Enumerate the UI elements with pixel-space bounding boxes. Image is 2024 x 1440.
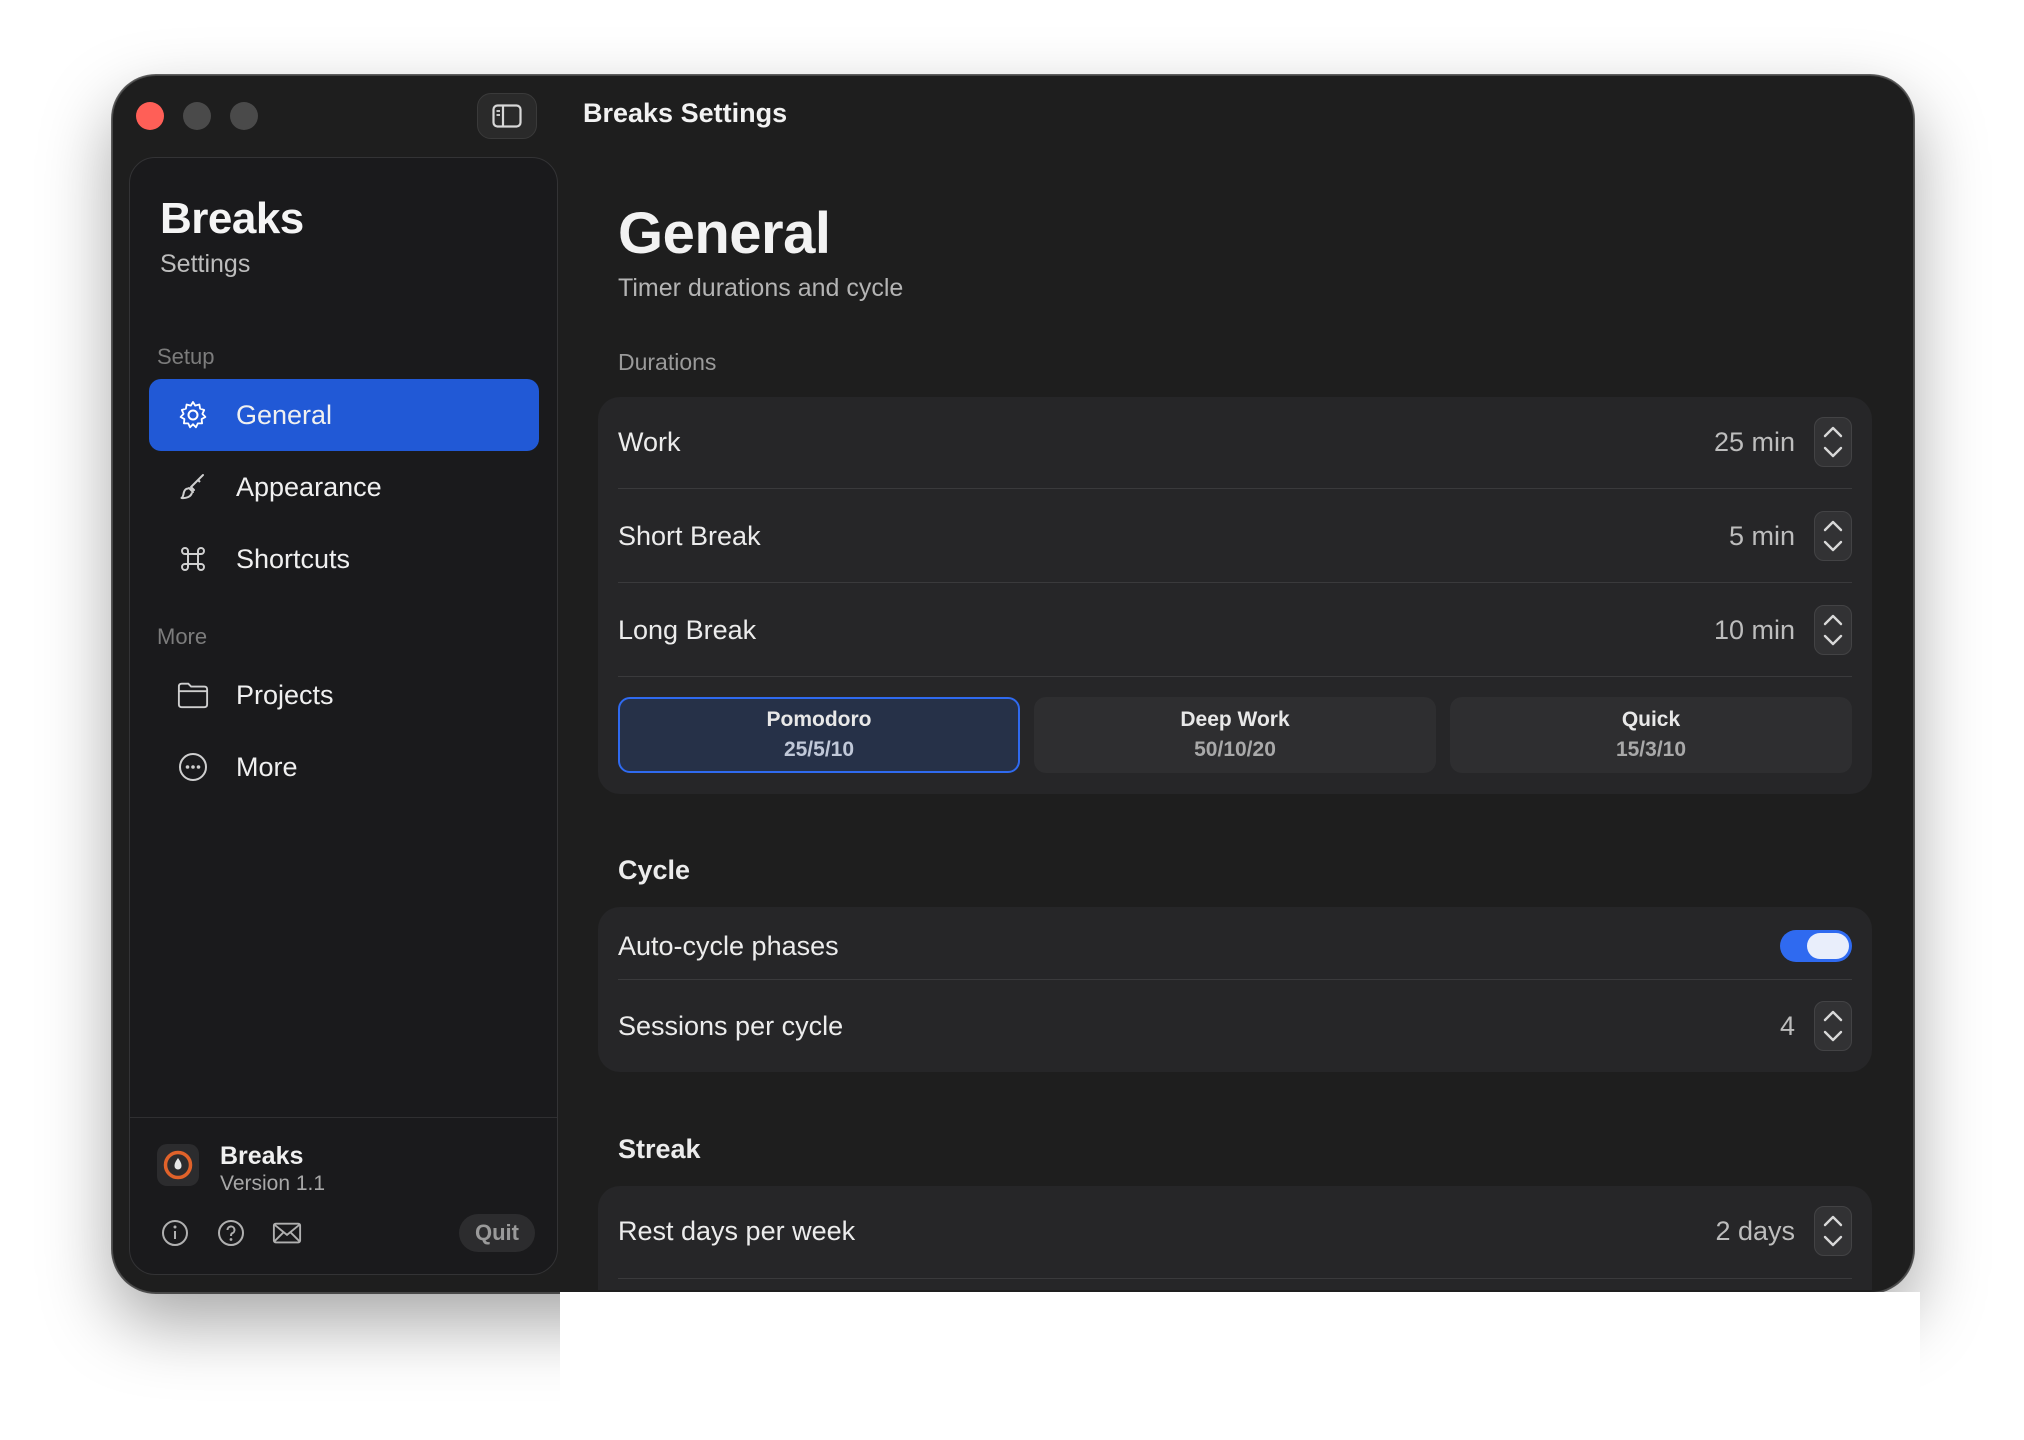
sidebar-icon bbox=[492, 104, 522, 128]
sessions-label: Sessions per cycle bbox=[618, 1010, 844, 1041]
preset-deep-work-button[interactable]: Deep Work 50/10/20 bbox=[1034, 697, 1436, 773]
sidebar-app-title: Breaks bbox=[160, 194, 304, 243]
work-label: Work bbox=[618, 426, 681, 457]
divider bbox=[618, 488, 1852, 489]
footer-actions bbox=[160, 1218, 302, 1248]
divider bbox=[618, 1278, 1852, 1279]
quit-button[interactable]: Quit bbox=[459, 1214, 535, 1252]
streak-heading: Streak bbox=[618, 1134, 701, 1164]
sidebar-item-general[interactable]: General bbox=[149, 379, 539, 451]
page-title: General bbox=[618, 201, 831, 266]
chevron-down-icon[interactable] bbox=[1822, 445, 1844, 459]
divider bbox=[618, 582, 1852, 583]
work-value: 25 min bbox=[1713, 426, 1795, 457]
sidebar-item-label: Projects bbox=[236, 679, 334, 710]
chevron-up-icon[interactable] bbox=[1822, 425, 1844, 439]
close-window-button[interactable] bbox=[136, 102, 164, 130]
auto-cycle-row: Auto-cycle phases bbox=[618, 921, 1852, 971]
footer-version: Version 1.1 bbox=[220, 1172, 326, 1195]
info-icon[interactable] bbox=[160, 1218, 190, 1248]
long-break-value: 10 min bbox=[1713, 614, 1795, 645]
preset-value: 25/5/10 bbox=[783, 738, 855, 761]
rest-days-label: Rest days per week bbox=[618, 1215, 856, 1246]
short-break-label: Short Break bbox=[618, 520, 761, 551]
short-break-value: 5 min bbox=[1728, 520, 1795, 551]
sidebar-toggle-button[interactable] bbox=[477, 93, 537, 139]
help-icon[interactable] bbox=[216, 1218, 246, 1248]
durations-label: Durations bbox=[618, 349, 717, 375]
sidebar-item-label: More bbox=[236, 751, 298, 782]
paintbrush-icon bbox=[177, 471, 209, 503]
app-logo-icon bbox=[157, 1144, 199, 1186]
rest-days-row: Rest days per week 2 days bbox=[618, 1206, 1852, 1256]
ellipsis-circle-icon bbox=[177, 751, 209, 783]
preset-name: Quick bbox=[1621, 708, 1681, 731]
auto-cycle-toggle[interactable] bbox=[1780, 930, 1852, 962]
sidebar-item-appearance[interactable]: Appearance bbox=[149, 451, 539, 523]
cycle-card: Auto-cycle phases Sessions per cycle 4 bbox=[598, 907, 1872, 1072]
page-subtitle: Timer durations and cycle bbox=[618, 274, 904, 302]
zoom-window-button[interactable] bbox=[230, 102, 258, 130]
command-icon bbox=[177, 543, 209, 575]
sidebar-section-setup: Setup bbox=[157, 344, 215, 369]
rest-days-stepper[interactable] bbox=[1814, 1206, 1852, 1256]
sidebar-item-projects[interactable]: Projects bbox=[149, 659, 539, 731]
sidebar-item-label: General bbox=[236, 399, 333, 430]
preset-pomodoro-button[interactable]: Pomodoro 25/5/10 bbox=[618, 697, 1020, 773]
sidebar: Breaks Settings Setup General Appearance bbox=[129, 157, 558, 1275]
short-break-stepper[interactable] bbox=[1814, 511, 1852, 561]
sidebar-app-subtitle: Settings bbox=[160, 250, 251, 278]
preset-name: Deep Work bbox=[1180, 708, 1290, 731]
work-stepper[interactable] bbox=[1814, 417, 1852, 467]
folder-icon bbox=[177, 679, 209, 711]
sidebar-item-more[interactable]: More bbox=[149, 731, 539, 803]
chevron-down-icon[interactable] bbox=[1822, 1234, 1844, 1248]
durations-card: Work 25 min Short Break 5 min Long Break… bbox=[598, 397, 1872, 794]
chevron-down-icon[interactable] bbox=[1822, 633, 1844, 647]
sessions-stepper[interactable] bbox=[1814, 1001, 1852, 1051]
sidebar-item-label: Shortcuts bbox=[236, 543, 351, 574]
sidebar-item-label: Appearance bbox=[236, 471, 382, 502]
chevron-up-icon[interactable] bbox=[1822, 519, 1844, 533]
window-clip bbox=[560, 1292, 1920, 1440]
preset-value: 50/10/20 bbox=[1194, 738, 1276, 761]
mail-icon[interactable] bbox=[272, 1218, 302, 1248]
minimize-window-button[interactable] bbox=[183, 102, 211, 130]
chevron-up-icon[interactable] bbox=[1822, 1009, 1844, 1023]
preset-value: 15/3/10 bbox=[1615, 738, 1687, 761]
long-break-stepper[interactable] bbox=[1814, 605, 1852, 655]
work-row: Work 25 min bbox=[618, 417, 1852, 467]
preset-quick-button[interactable]: Quick 15/3/10 bbox=[1450, 697, 1852, 773]
sessions-row: Sessions per cycle 4 bbox=[618, 1001, 1852, 1051]
rest-days-value: 2 days bbox=[1715, 1215, 1795, 1246]
sidebar-section-more: More bbox=[157, 624, 208, 649]
sidebar-item-shortcuts[interactable]: Shortcuts bbox=[149, 523, 539, 595]
divider bbox=[618, 979, 1852, 980]
chevron-up-icon[interactable] bbox=[1822, 613, 1844, 627]
chevron-down-icon[interactable] bbox=[1822, 539, 1844, 553]
divider bbox=[618, 676, 1852, 677]
cycle-heading: Cycle bbox=[618, 855, 691, 885]
auto-cycle-label: Auto-cycle phases bbox=[618, 930, 839, 961]
sessions-value: 4 bbox=[1779, 1010, 1795, 1041]
long-break-label: Long Break bbox=[618, 614, 757, 645]
streak-card: Rest days per week 2 days bbox=[598, 1186, 1872, 1290]
chevron-up-icon[interactable] bbox=[1822, 1214, 1844, 1228]
short-break-row: Short Break 5 min bbox=[618, 511, 1852, 561]
window-title: Breaks Settings bbox=[583, 98, 788, 128]
gear-icon bbox=[177, 399, 209, 431]
window-controls bbox=[136, 102, 258, 130]
chevron-down-icon[interactable] bbox=[1822, 1029, 1844, 1043]
toggle-knob bbox=[1807, 933, 1849, 959]
long-break-row: Long Break 10 min bbox=[618, 605, 1852, 655]
footer-app-name: Breaks bbox=[220, 1142, 304, 1170]
sidebar-footer: Breaks Version 1.1 Quit bbox=[130, 1117, 557, 1274]
preset-name: Pomodoro bbox=[766, 708, 872, 731]
